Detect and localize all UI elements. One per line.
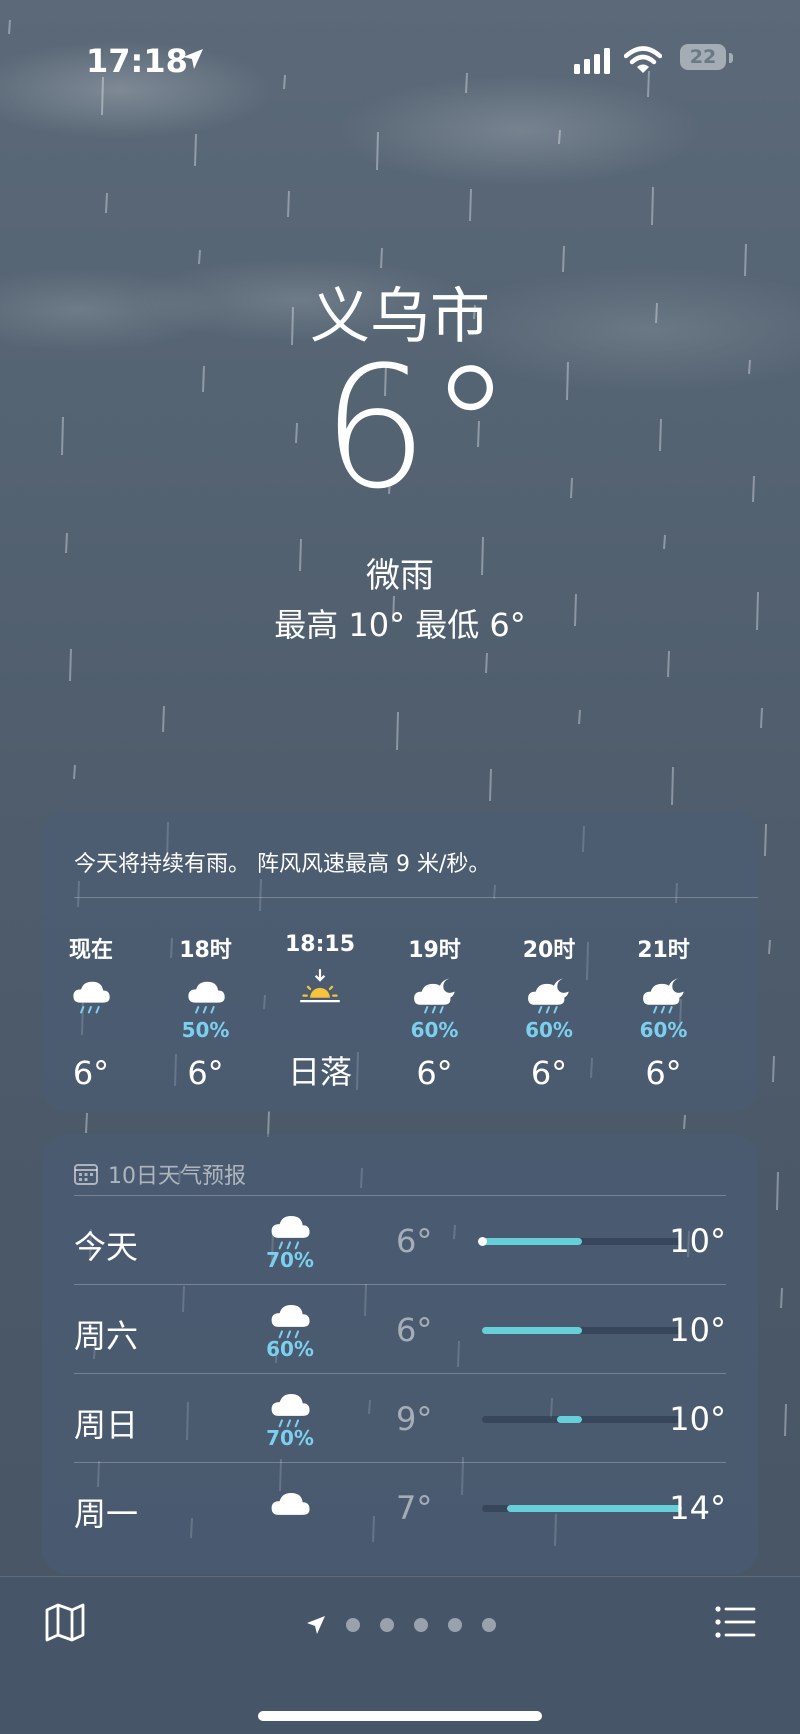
divider xyxy=(74,897,758,898)
precip-chance: 70% xyxy=(266,1248,314,1272)
battery-indicator: 22 xyxy=(680,44,726,70)
city-list-icon[interactable] xyxy=(714,1601,756,1643)
ten-day-forecast-card[interactable]: 10日天气预报 今天 70% 6° 10° 周六 60% 6° 10° 周日 70% 9° 10° 周一… xyxy=(42,1134,758,1574)
hour-label: 20时 xyxy=(522,938,576,963)
hour-value: 6° xyxy=(645,1054,682,1092)
hourly-item: 21时 60% 6° xyxy=(607,932,721,1092)
cloud-icon xyxy=(271,1493,310,1515)
status-time: 17:18 xyxy=(86,42,188,80)
wifi-icon xyxy=(624,46,662,73)
hour-value: 6° xyxy=(416,1054,453,1092)
hourly-item: 18时 50% 6° xyxy=(149,932,263,1092)
cloud-rain-icon xyxy=(73,981,110,1014)
precip-chance: 50% xyxy=(181,1018,230,1042)
cloud-moon-rain-icon xyxy=(528,978,569,1014)
day-name: 今天 xyxy=(74,1228,139,1266)
sunset-icon xyxy=(300,969,340,1003)
day-name: 周一 xyxy=(74,1495,139,1533)
current-temperature: 6° xyxy=(321,330,513,526)
precip-chance: 60% xyxy=(639,1018,688,1042)
temperature-range-bar xyxy=(557,1416,582,1423)
temperature-range-track xyxy=(482,1327,682,1334)
hourly-item: 20时 60% 6° xyxy=(492,932,606,1092)
precip-chance: 60% xyxy=(525,1018,573,1042)
location-arrow-icon xyxy=(183,49,203,69)
cellular-signal-icon xyxy=(574,48,610,74)
daily-row[interactable]: 周一 7° 14° xyxy=(74,1462,726,1551)
page-dot[interactable] xyxy=(380,1618,394,1632)
low-temperature: 7° xyxy=(396,1489,433,1527)
hourly-item: 18:15 日落 xyxy=(263,932,377,1093)
low-temperature: 6° xyxy=(396,1311,433,1349)
weather-condition: 微雨 xyxy=(366,556,434,596)
page-dot[interactable] xyxy=(414,1618,428,1632)
hourly-forecast-card[interactable]: 今天将持续有雨。 阵风风速最高 9 米/秒。 现在 6° 18时 50% 6° 18:15… xyxy=(42,812,758,1112)
temperature-range-bar xyxy=(482,1238,582,1245)
page-dot[interactable] xyxy=(346,1618,360,1632)
precip-chance xyxy=(34,1018,148,1042)
hour-label: 18时 xyxy=(179,938,232,963)
high-temperature: 10° xyxy=(669,1400,726,1438)
precip-chance: 60% xyxy=(266,1337,314,1361)
ten-day-header-label: 10日天气预报 xyxy=(108,1164,246,1189)
hour-label: 19时 xyxy=(408,938,461,963)
ten-day-header: 10日天气预报 xyxy=(74,1158,246,1190)
temperature-range-bar xyxy=(507,1505,682,1512)
hour-value: 6° xyxy=(72,1054,110,1092)
status-bar: 17:18 22 xyxy=(0,40,800,80)
current-location-icon[interactable] xyxy=(306,1615,326,1635)
high-temperature: 14° xyxy=(669,1489,726,1527)
daily-row[interactable]: 周日 70% 9° 10° xyxy=(74,1373,726,1462)
hourly-item: 19时 60% 6° xyxy=(378,932,492,1092)
daily-row[interactable]: 今天 70% 6° 10° xyxy=(74,1195,726,1284)
high-temperature: 10° xyxy=(669,1311,726,1349)
temperature-range-track xyxy=(478,1237,682,1246)
calendar-icon xyxy=(74,1164,98,1185)
hour-label: 现在 xyxy=(68,938,113,963)
page-dot[interactable] xyxy=(482,1618,496,1632)
temperature-range-bar xyxy=(482,1327,582,1334)
cloud-moon-rain-icon xyxy=(642,978,684,1014)
hour-value: 日落 xyxy=(287,1053,352,1091)
daily-row[interactable]: 周六 60% 6° 10° xyxy=(74,1284,726,1373)
cloud-rain-icon xyxy=(187,981,225,1014)
temperature-range-track xyxy=(482,1505,682,1512)
home-indicator xyxy=(258,1711,542,1721)
bottom-toolbar xyxy=(0,1576,800,1734)
page-indicator[interactable] xyxy=(306,1615,496,1635)
high-low-temperature: 最高 10° 最低 6° xyxy=(274,606,526,644)
day-name: 周日 xyxy=(74,1406,139,1444)
hour-value: 6° xyxy=(187,1054,224,1092)
hourly-summary: 今天将持续有雨。 阵风风速最高 9 米/秒。 xyxy=(74,852,491,877)
cloud-moon-rain-icon xyxy=(413,978,455,1014)
precip-chance xyxy=(263,1011,377,1035)
page-dot[interactable] xyxy=(448,1618,462,1632)
low-temperature: 9° xyxy=(396,1400,433,1438)
hour-label: 18:15 xyxy=(284,932,356,957)
map-icon[interactable] xyxy=(44,1601,86,1643)
battery-nub xyxy=(729,53,733,63)
high-temperature: 10° xyxy=(669,1222,726,1260)
hourly-item: 现在 6° xyxy=(34,932,148,1092)
hour-label: 21时 xyxy=(637,938,690,963)
low-temperature: 6° xyxy=(396,1222,433,1260)
day-name: 周六 xyxy=(74,1317,139,1355)
precip-chance: 70% xyxy=(266,1426,314,1450)
hour-value: 6° xyxy=(530,1054,568,1092)
temperature-range-track xyxy=(482,1416,682,1423)
precip-chance: 60% xyxy=(410,1018,459,1042)
current-temperature-dot xyxy=(478,1237,487,1246)
